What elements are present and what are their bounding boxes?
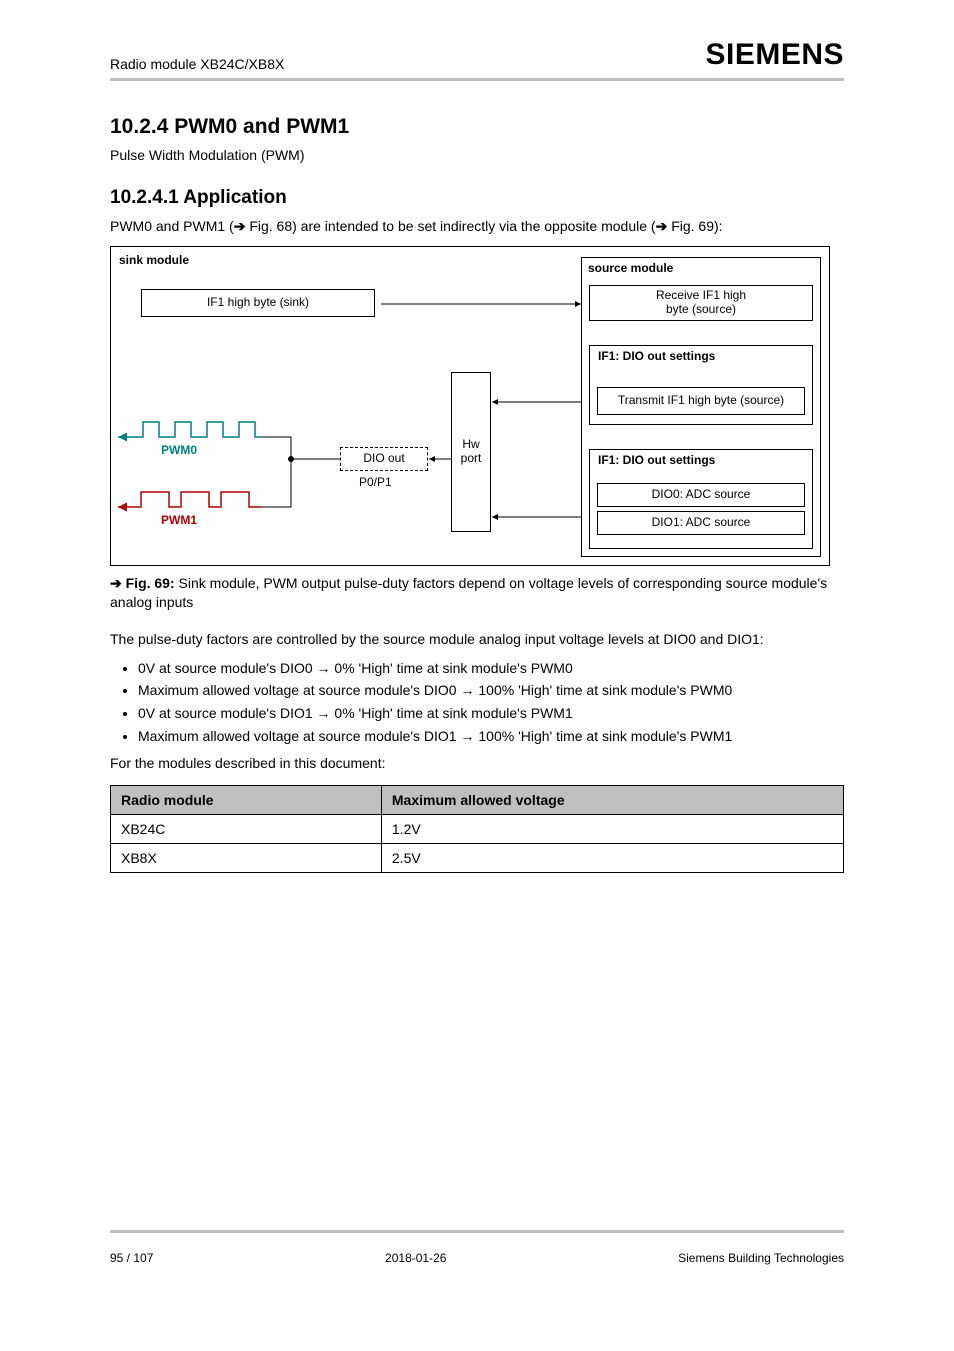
header-line: Radio module XB24C/XB8X SIEMENS <box>110 38 844 72</box>
intro-text-c: Fig. 69): <box>671 218 722 234</box>
intro-paragraph: PWM0 and PWM1 (➔ Fig. 68) are intended t… <box>110 217 844 236</box>
hw-port-box: Hw port <box>451 372 491 532</box>
receive-if1-box: Receive IF1 highbyte (source) <box>589 285 813 321</box>
if1-sink-text: IF1 high byte (sink) <box>207 296 309 310</box>
module-sentence: For the modules described in this docume… <box>110 754 844 773</box>
figure-69-diagram: sink module IF1 high byte (sink) source … <box>110 246 830 566</box>
dio-out-dashed-box: DIO out <box>340 447 428 471</box>
td-voltage: 2.5V <box>381 844 843 873</box>
pwm0-label: PWM0 <box>161 443 197 457</box>
page-root: Radio module XB24C/XB8X SIEMENS 10.2.4 P… <box>0 0 954 1351</box>
voltage-table: Radio module Maximum allowed voltage XB2… <box>110 785 844 873</box>
arrow-right-icon: ➔ <box>234 218 246 234</box>
table-row: XB8X 2.5V <box>111 844 844 873</box>
dio0-adc-box: DIO0: ADC source <box>597 483 805 507</box>
figure-caption: ➔ Fig. 69: Sink module, PWM output pulse… <box>110 574 844 612</box>
pwm1-label: PWM1 <box>161 513 197 527</box>
dio0-adc-text: DIO0: ADC source <box>652 488 751 502</box>
fig-caption-prefix: Fig. 69: <box>126 575 175 591</box>
p0p1-label: P0/P1 <box>359 475 392 489</box>
list-item: Maximum allowed voltage at source module… <box>138 727 844 746</box>
sink-module-label: sink module <box>119 253 189 267</box>
dio-settings-title: IF1: DIO out settings <box>594 348 719 366</box>
header-rule <box>110 78 844 81</box>
table-row: XB24C 1.2V <box>111 815 844 844</box>
transmit-if1-box: Transmit IF1 high byte (source) <box>597 387 805 415</box>
section-subtitle: Pulse Width Modulation (PWM) <box>110 147 844 163</box>
page-header: Radio module XB24C/XB8X SIEMENS <box>110 38 844 81</box>
explain-paragraph: The pulse-duty factors are controlled by… <box>110 630 844 649</box>
page-footer: 95 / 107 2018-01-26 Siemens Building Tec… <box>110 1251 844 1265</box>
th-max-voltage: Maximum allowed voltage <box>381 786 843 815</box>
dio1-adc-text: DIO1: ADC source <box>652 516 751 530</box>
transmit-if1-text: Transmit IF1 high byte (source) <box>618 394 784 408</box>
list-item: 0V at source module's DIO1 → 0% 'High' t… <box>138 704 844 723</box>
footer-company: Siemens Building Technologies <box>678 1251 844 1265</box>
source-module-label: source module <box>588 262 673 276</box>
bullet-list: 0V at source module's DIO0 → 0% 'High' t… <box>138 659 844 747</box>
footer-page: 95 / 107 <box>110 1251 153 1265</box>
subsection-heading: 10.2.4.1 Application <box>110 187 844 209</box>
td-module: XB24C <box>111 815 382 844</box>
list-item: Maximum allowed voltage at source module… <box>138 681 844 700</box>
hw-port-text: Hw port <box>456 438 486 466</box>
if1-sink-box: IF1 high byte (sink) <box>141 289 375 317</box>
section-heading: 10.2.4 PWM0 and PWM1 <box>110 115 844 139</box>
dio-settings-title-2: IF1: DIO out settings <box>594 452 719 470</box>
footer-date: 2018-01-26 <box>385 1251 446 1265</box>
receive-if1-text1: Receive IF1 highbyte (source) <box>656 289 746 317</box>
td-module: XB8X <box>111 844 382 873</box>
td-voltage: 1.2V <box>381 815 843 844</box>
dio1-adc-box: DIO1: ADC source <box>597 511 805 535</box>
header-doc-title: Radio module XB24C/XB8X <box>110 56 284 72</box>
th-radio-module: Radio module <box>111 786 382 815</box>
arrow-right-icon: ➔ <box>110 575 122 591</box>
intro-text-b: Fig. 68) are intended to be set indirect… <box>249 218 655 234</box>
page-content: 10.2.4 PWM0 and PWM1 Pulse Width Modulat… <box>110 115 844 873</box>
intro-text-a: PWM0 and PWM1 ( <box>110 218 234 234</box>
footer-rule <box>110 1230 844 1233</box>
fig-caption-text: Sink module, PWM output pulse-duty facto… <box>110 575 827 610</box>
arrow-right-icon: ➔ <box>656 218 668 234</box>
siemens-wordmark: SIEMENS <box>705 38 844 72</box>
dio-out-text: DIO out <box>363 452 404 466</box>
list-item: 0V at source module's DIO0 → 0% 'High' t… <box>138 659 844 678</box>
